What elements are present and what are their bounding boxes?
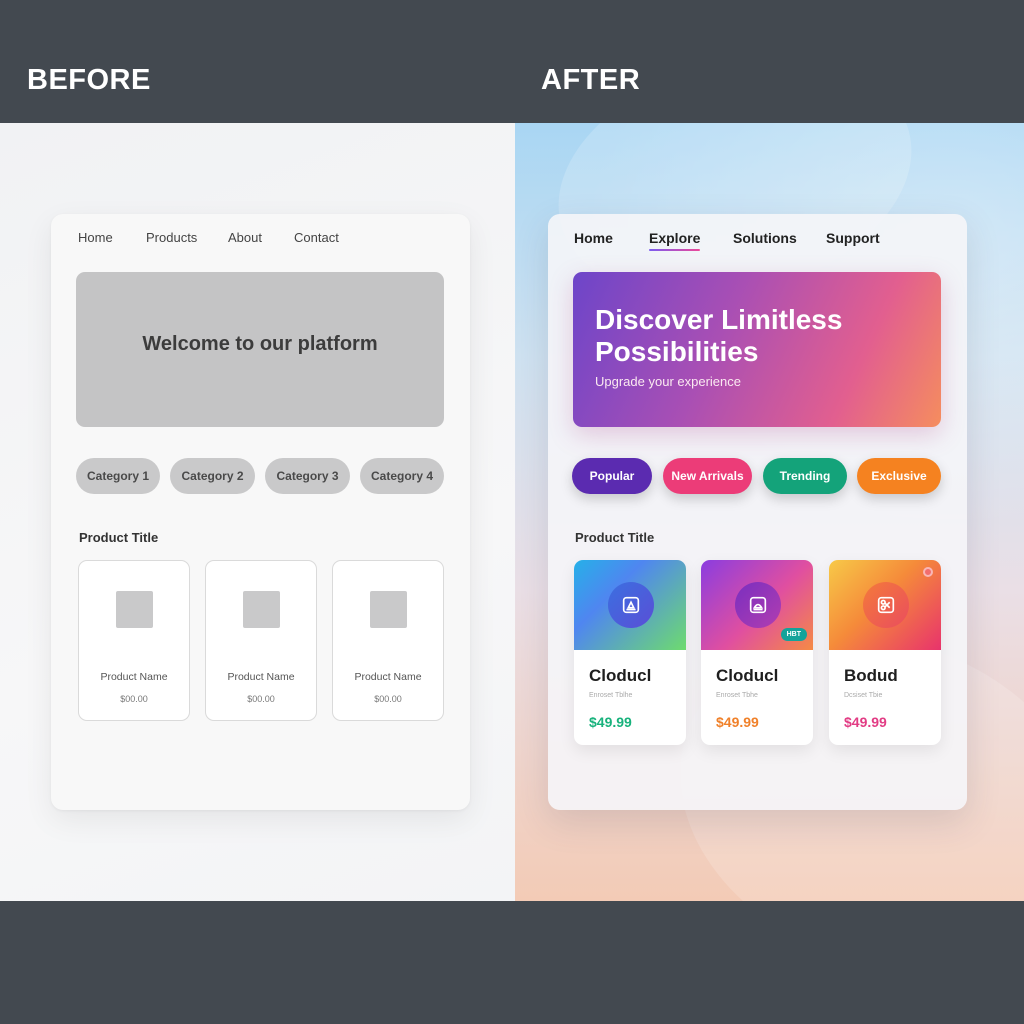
image-placeholder-icon — [243, 591, 280, 628]
product-image — [829, 560, 941, 650]
nav-contact[interactable]: Contact — [294, 230, 339, 245]
product-price: $00.00 — [247, 694, 275, 704]
product-price: $49.99 — [589, 714, 632, 730]
image-icon — [608, 582, 654, 628]
product-title: Cloducl — [589, 666, 652, 685]
nav-about[interactable]: About — [228, 230, 262, 245]
product-card[interactable]: HBT Cloducl Enroset Tbhe $49.99 — [701, 560, 813, 745]
after-label: AFTER — [541, 64, 641, 96]
nav-home[interactable]: Home — [574, 230, 613, 246]
product-card[interactable]: Bodud Dcsiset Tbie $49.99 — [829, 560, 941, 745]
image-placeholder-icon — [370, 591, 407, 628]
product-card[interactable]: Product Name $00.00 — [332, 560, 444, 721]
before-nav: Home Products About Contact — [51, 230, 470, 260]
product-card[interactable]: Product Name $00.00 — [78, 560, 190, 721]
hot-badge: HBT — [780, 628, 807, 641]
product-image — [574, 560, 686, 650]
after-panel: Home Explore Solutions Support Discover … — [515, 123, 1024, 901]
nav-explore[interactable]: Explore — [649, 230, 701, 251]
nav-solutions[interactable]: Solutions — [733, 230, 797, 246]
product-name: Product Name — [100, 671, 168, 683]
category-pill-exclusive[interactable]: Exclusive — [857, 458, 941, 494]
nav-explore-label: Explore — [649, 230, 701, 246]
product-title: Cloducl — [716, 666, 779, 685]
product-name: Product Name — [227, 671, 295, 683]
nav-products[interactable]: Products — [146, 230, 197, 245]
nav-home[interactable]: Home — [78, 230, 113, 245]
product-subtitle: Enroset Tblhe — [589, 692, 633, 699]
product-price: $00.00 — [120, 694, 148, 704]
product-price: $49.99 — [844, 714, 887, 730]
after-nav: Home Explore Solutions Support — [548, 230, 967, 260]
hero-subtitle: Upgrade your experience — [595, 374, 741, 389]
before-panel: Home Products About Contact Welcome to o… — [0, 123, 515, 901]
bottom-bar — [0, 901, 1024, 1024]
after-card: Home Explore Solutions Support Discover … — [548, 214, 967, 810]
category-pill-trending[interactable]: Trending — [763, 458, 847, 494]
product-title: Bodud — [844, 666, 898, 685]
hero-title: Discover Limitless Possibilities — [595, 304, 843, 367]
product-subtitle: Enroset Tbhe — [716, 692, 758, 699]
active-nav-underline — [649, 249, 701, 251]
hero-banner: Discover Limitless Possibilities Upgrade… — [573, 272, 941, 427]
scissors-icon — [863, 582, 909, 628]
before-label: BEFORE — [27, 64, 151, 96]
category-pill[interactable]: Category 2 — [170, 458, 255, 494]
category-pill[interactable]: Category 3 — [265, 458, 350, 494]
section-title: Product Title — [575, 530, 655, 545]
image-placeholder-icon — [116, 591, 153, 628]
nav-support[interactable]: Support — [826, 230, 880, 246]
category-pill-new-arrivals[interactable]: New Arrivals — [663, 458, 752, 494]
before-card: Home Products About Contact Welcome to o… — [51, 214, 470, 810]
product-card[interactable]: Cloducl Enroset Tblhe $49.99 — [574, 560, 686, 745]
product-card[interactable]: Product Name $00.00 — [205, 560, 317, 721]
hero-text: Welcome to our platform — [142, 333, 378, 355]
category-pill-popular[interactable]: Popular — [572, 458, 652, 494]
category-pill[interactable]: Category 4 — [360, 458, 444, 494]
product-price: $00.00 — [374, 694, 402, 704]
category-pill[interactable]: Category 1 — [76, 458, 160, 494]
hero-banner: Welcome to our platform — [76, 272, 444, 427]
notification-dot-icon — [923, 567, 933, 577]
product-name: Product Name — [354, 671, 422, 683]
section-title: Product Title — [79, 530, 159, 545]
product-price: $49.99 — [716, 714, 759, 730]
product-image: HBT — [701, 560, 813, 650]
image-icon — [735, 582, 781, 628]
label-bar: BEFORE AFTER — [0, 0, 1024, 123]
product-subtitle: Dcsiset Tbie — [844, 692, 883, 699]
